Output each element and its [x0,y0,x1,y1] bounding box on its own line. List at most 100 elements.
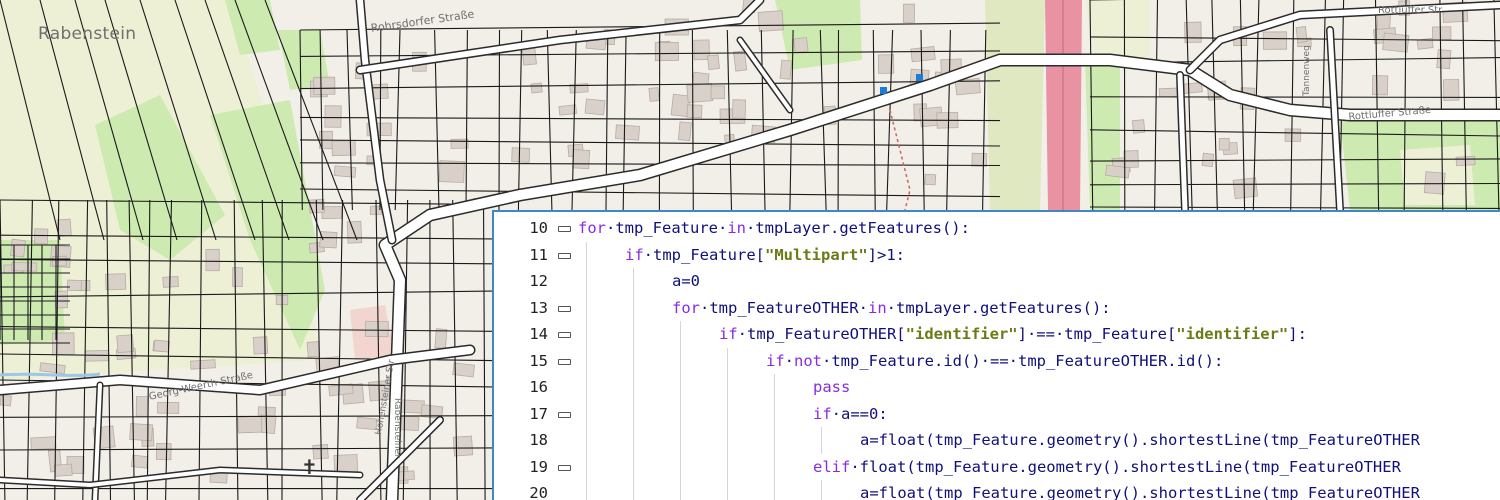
parcel-line [299,80,1001,90]
code-line[interactable]: 19 elif·float(tmp_Feature.geometry().shor… [494,454,1500,481]
building [733,50,748,72]
fold-toggle-icon[interactable] [558,305,571,312]
building [924,173,937,186]
street-label: Rabensteiner [392,398,402,458]
building [648,87,660,102]
line-number: 13 [529,298,548,317]
code-text: if·tmp_FeatureOTHER["identifier"]·==·tmp… [719,321,1307,348]
building [324,105,342,128]
building [757,10,784,32]
indent-guide [821,480,822,500]
code-token: a=float(tmp_Feature.geometry().shortestL… [860,484,1420,500]
parcel-line [299,139,1001,147]
building [10,238,26,258]
code-line[interactable]: 20 a=float(tmp_Feature.geometry().shortes… [494,480,1500,500]
indent-guide [821,427,822,454]
fold-toggle-icon[interactable] [558,358,571,365]
code-line[interactable]: 14 if·tmp_FeatureOTHER["identifier"]·==·t… [494,321,1500,348]
code-text: a=float(tmp_Feature.geometry().shortestL… [860,427,1420,454]
code-keyword: for [578,219,606,237]
code-token: ·tmp_Feature.id()·==·tmp_FeatureOTHER.id… [822,351,1224,370]
building [654,41,679,62]
building [910,46,936,63]
code-keyword: if [719,325,738,343]
church-icon: ✝ [301,455,318,479]
building [1295,26,1308,43]
building [30,436,57,451]
line-number: 15 [529,351,548,370]
code-string: "Multipart" [765,245,868,264]
code-token: ·tmp_FeatureOTHER[ [737,325,906,343]
code-line[interactable]: 17 if·a==0: [494,401,1500,428]
building [0,394,12,407]
code-token: ·tmpLayer.getFeatures(): [886,298,1111,317]
map-stream [0,372,101,377]
parcel-line [0,447,493,451]
code-string: "identifier" [1176,325,1289,343]
building [205,248,220,272]
building [190,359,216,370]
building [902,3,915,23]
parcel-line [1154,0,1159,211]
bus-stop-marker[interactable] [880,87,887,94]
code-keyword: in [727,219,746,237]
building [686,83,714,104]
building [66,279,82,292]
code-line[interactable]: 15 if·not·tmp_Feature.id()·==·tmp_Feature… [494,348,1500,375]
fold-toggle-icon[interactable] [558,252,571,259]
parcel-line [482,199,486,500]
code-token: a=float(tmp_Feature.geometry().shortestL… [860,431,1420,449]
building [105,273,127,291]
code-line[interactable]: 12 a=0 [494,268,1500,295]
map-motorway [1045,0,1082,210]
street-label: Rottluffer Str [1378,5,1443,16]
code-line[interactable]: 13 for·tmp_FeatureOTHER·in·tmpLayer.getFe… [494,295,1500,322]
building [331,140,356,157]
code-token: · [784,351,795,370]
indent-guide [586,241,587,500]
building [530,82,543,94]
parcel-line [1211,0,1218,211]
line-number: 12 [529,272,548,290]
indent-guide [727,347,728,500]
indent-guide [680,321,681,500]
line-number: 20 [529,484,548,500]
building [333,165,357,178]
code-line[interactable]: 11 if·tmp_Feature["Multipart"]>1: [494,242,1500,269]
code-editor[interactable]: 10 for·tmp_Feature·in·tmpLayer.getFeature… [492,210,1500,500]
building [572,149,591,170]
indent-guide [633,268,634,500]
fold-toggle-icon[interactable] [558,332,571,338]
building [584,98,606,116]
code-line[interactable]: 18 a=float(tmp_Feature.geometry().shortes… [494,427,1500,454]
line-number: 14 [529,325,548,343]
building [971,152,988,167]
code-line[interactable]: 16 pass [494,374,1500,401]
building [434,328,448,349]
building [779,59,793,80]
building [511,147,531,163]
building [1371,75,1389,96]
code-line[interactable]: 10 for·tmp_Feature·in·tmpLayer.getFeature… [494,215,1500,242]
fold-toggle-icon[interactable] [558,411,571,418]
building [237,415,263,434]
building [1284,128,1302,142]
fold-toggle-icon[interactable] [558,464,571,471]
code-keyword: elif [813,457,851,476]
code-text: a=float(tmp_Feature.geometry().shortestL… [860,480,1420,500]
building [34,228,49,245]
line-number: 18 [529,431,548,449]
bus-stop-marker[interactable] [916,74,923,81]
building [306,341,321,358]
parcel-line [299,50,1001,57]
fold-toggle-icon[interactable] [558,226,571,232]
building [1432,26,1452,41]
parcel-line [498,29,501,211]
code-keyword: if [766,351,785,370]
code-token: ·tmp_Feature· [606,219,728,237]
code-keyword: if [813,404,832,423]
line-number: 11 [529,245,548,264]
code-token: ·a==0: [831,404,888,423]
building [162,276,179,288]
parcel-line [546,29,553,211]
